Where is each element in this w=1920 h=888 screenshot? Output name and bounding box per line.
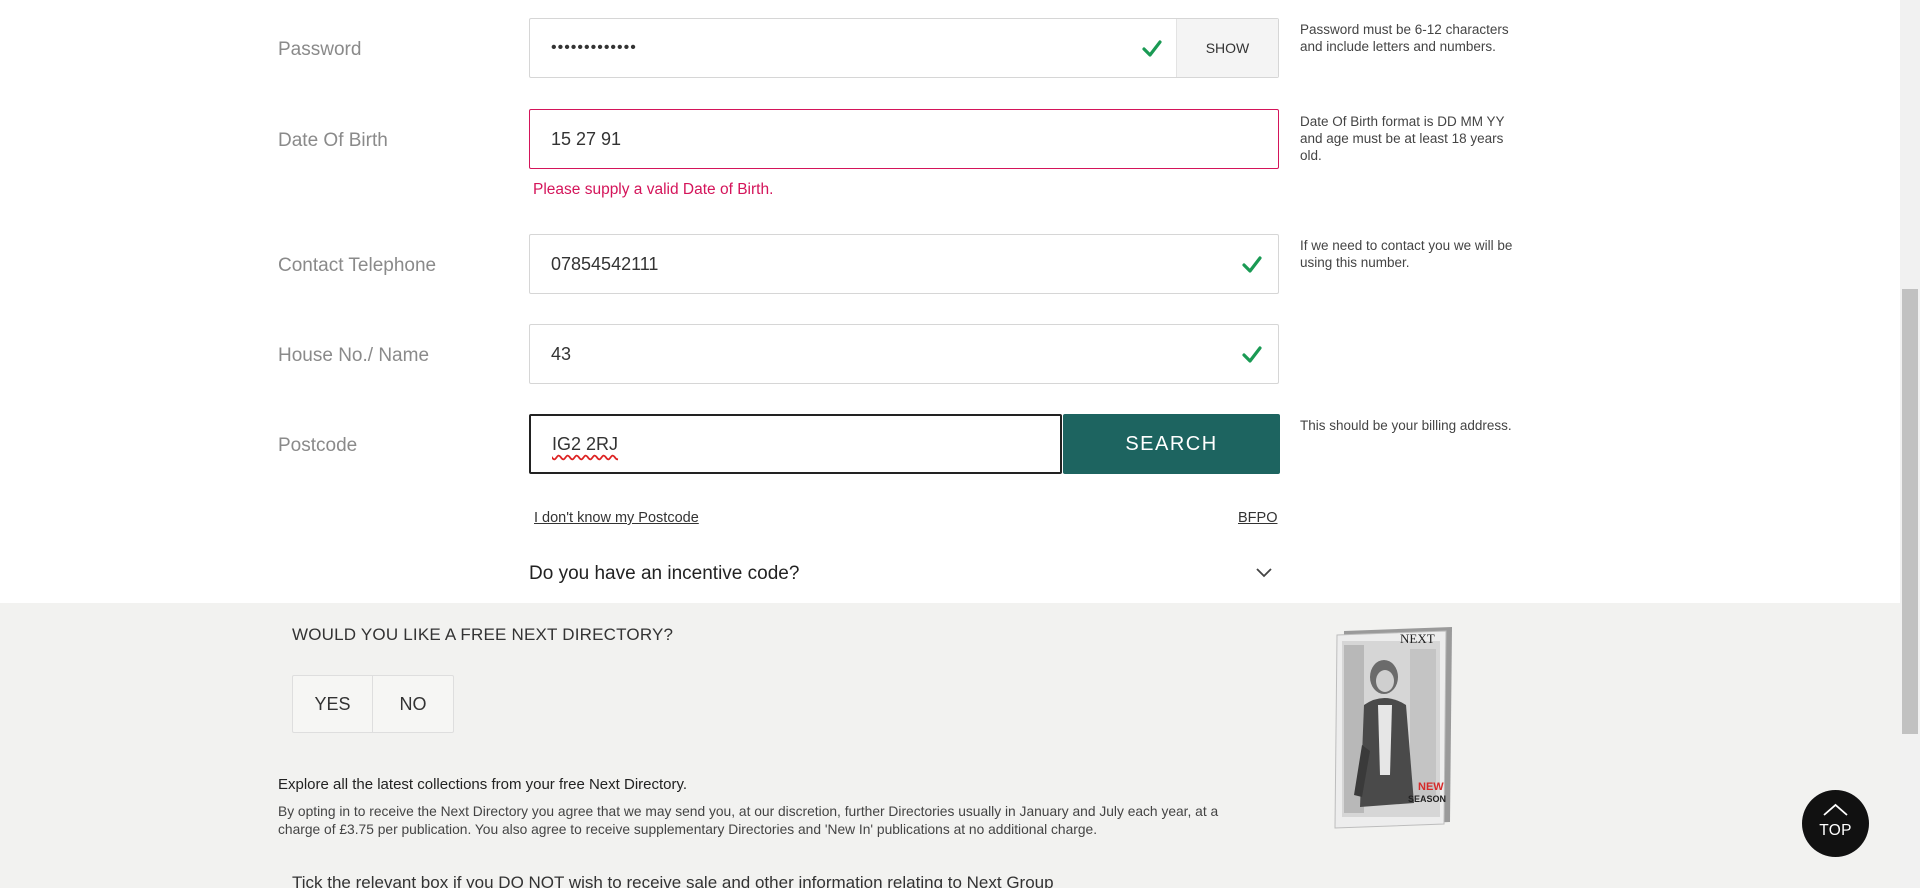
checkmark-icon <box>1242 346 1262 363</box>
postcode-value: IG2 2RJ <box>552 434 619 454</box>
incentive-code-label: Do you have an incentive code? <box>529 563 800 584</box>
telephone-label: Contact Telephone <box>278 255 437 276</box>
page-scrollbar[interactable] <box>1900 0 1920 888</box>
checkmark-icon <box>1142 40 1162 57</box>
dob-label: Date Of Birth <box>278 130 388 151</box>
dob-value: 15 27 91 <box>551 129 622 149</box>
password-label: Password <box>278 39 362 60</box>
telephone-value: 07854542111 <box>551 254 659 274</box>
catalog-new: NEW <box>1418 781 1444 793</box>
chevron-down-icon <box>1256 568 1272 578</box>
catalog-season: SEASON <box>1408 794 1446 804</box>
search-button[interactable]: SEARCH <box>1063 414 1280 474</box>
directory-catalog-image: NEXT NEW SEASON <box>1334 627 1452 829</box>
password-value: ••••••••••••• <box>551 39 637 56</box>
unknown-postcode-link[interactable]: I don't know my Postcode <box>534 510 699 526</box>
scrollbar-thumb[interactable] <box>1902 289 1918 734</box>
marketing-optout-text: Tick the relevant box if you DO NOT wish… <box>292 873 1054 888</box>
back-to-top-button[interactable]: TOP <box>1802 790 1869 857</box>
directory-no-button[interactable]: NO <box>373 676 453 732</box>
back-to-top-label: TOP <box>1819 822 1852 839</box>
checkmark-icon <box>1242 256 1262 273</box>
dob-field[interactable]: 15 27 91 <box>529 109 1279 169</box>
directory-choice-group: YES NO <box>292 675 454 733</box>
telephone-field[interactable]: 07854542111 <box>529 234 1279 294</box>
house-label: House No./ Name <box>278 345 430 366</box>
password-help-text: Password must be 6-12 characters and inc… <box>1300 22 1509 54</box>
directory-heading: Explore all the latest collections from … <box>278 776 688 793</box>
directory-yes-button[interactable]: YES <box>293 676 373 732</box>
directory-question: WOULD YOU LIKE A FREE NEXT DIRECTORY? <box>292 625 674 644</box>
show-password-button[interactable]: SHOW <box>1176 19 1278 77</box>
bfpo-link[interactable]: BFPO <box>1238 510 1277 526</box>
dob-error-message: Please supply a valid Date of Birth. <box>533 181 774 198</box>
password-field[interactable]: ••••••••••••• SHOW <box>529 18 1279 78</box>
dob-help-text: Date Of Birth format is DD MM YY and age… <box>1300 114 1505 163</box>
postcode-field[interactable]: IG2 2RJ <box>529 414 1062 474</box>
directory-panel: WOULD YOU LIKE A FREE NEXT DIRECTORY? YE… <box>0 603 1900 888</box>
directory-terms-text: By opting in to receive the Next Directo… <box>278 804 1219 837</box>
postcode-help-text: This should be your billing address. <box>1300 418 1512 433</box>
registration-page: Password ••••••••••••• SHOW Password mus… <box>0 0 1920 888</box>
incentive-code-toggle[interactable]: Do you have an incentive code? <box>529 563 1281 593</box>
arrow-up-icon <box>1823 803 1848 816</box>
postcode-label: Postcode <box>278 435 358 456</box>
telephone-help-text: If we need to contact you we will be usi… <box>1300 238 1513 270</box>
catalog-brand: NEXT <box>1400 631 1435 646</box>
house-value: 43 <box>551 344 572 364</box>
house-field[interactable]: 43 <box>529 324 1279 384</box>
